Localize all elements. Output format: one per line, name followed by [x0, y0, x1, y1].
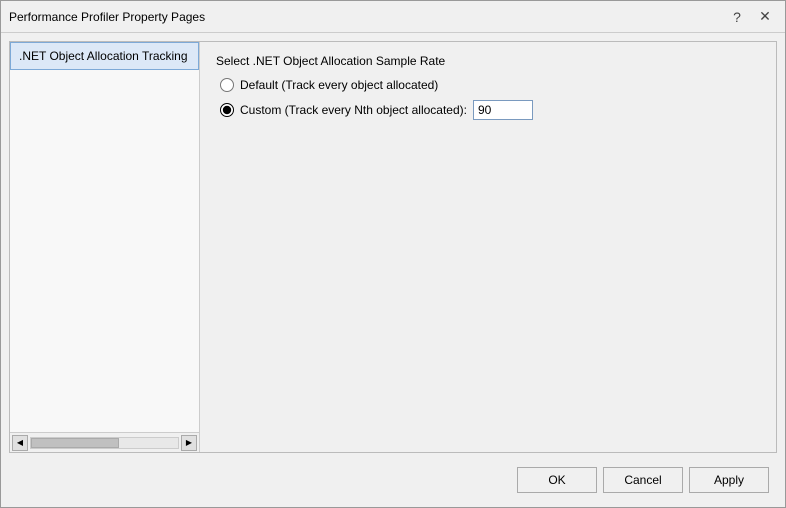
help-button[interactable]: ? [725, 5, 749, 29]
close-button[interactable]: ✕ [753, 5, 777, 29]
title-bar-text: Performance Profiler Property Pages [9, 10, 725, 24]
radio-group: Default (Track every object allocated) C… [216, 78, 760, 120]
sidebar-item-container: .NET Object Allocation Tracking [10, 42, 199, 432]
ok-button[interactable]: OK [517, 467, 597, 493]
title-bar: Performance Profiler Property Pages ? ✕ [1, 1, 785, 33]
apply-button[interactable]: Apply [689, 467, 769, 493]
radio-default[interactable] [220, 78, 234, 92]
scroll-thumb [31, 438, 119, 448]
footer: OK Cancel Apply [9, 461, 777, 499]
radio-row-custom: Custom (Track every Nth object allocated… [220, 100, 760, 120]
custom-value-input[interactable] [473, 100, 533, 120]
section-title: Select .NET Object Allocation Sample Rat… [216, 54, 760, 68]
radio-row-default: Default (Track every object allocated) [220, 78, 760, 92]
sidebar-scrollbar: ◀ ▶ [10, 432, 199, 452]
sidebar-item-net-allocation[interactable]: .NET Object Allocation Tracking [10, 42, 199, 70]
content-panel: Select .NET Object Allocation Sample Rat… [200, 42, 776, 452]
cancel-button[interactable]: Cancel [603, 467, 683, 493]
sidebar-item-label: .NET Object Allocation Tracking [19, 49, 188, 63]
dialog-content: .NET Object Allocation Tracking ◀ ▶ Sele… [1, 33, 785, 507]
title-bar-controls: ? ✕ [725, 5, 777, 29]
radio-custom-label[interactable]: Custom (Track every Nth object allocated… [240, 103, 467, 117]
scroll-left-btn[interactable]: ◀ [12, 435, 28, 451]
radio-default-label[interactable]: Default (Track every object allocated) [240, 78, 438, 92]
scroll-right-btn[interactable]: ▶ [181, 435, 197, 451]
scroll-track[interactable] [30, 437, 179, 449]
main-area: .NET Object Allocation Tracking ◀ ▶ Sele… [9, 41, 777, 453]
dialog-window: Performance Profiler Property Pages ? ✕ … [0, 0, 786, 508]
radio-custom[interactable] [220, 103, 234, 117]
sidebar: .NET Object Allocation Tracking ◀ ▶ [10, 42, 200, 452]
